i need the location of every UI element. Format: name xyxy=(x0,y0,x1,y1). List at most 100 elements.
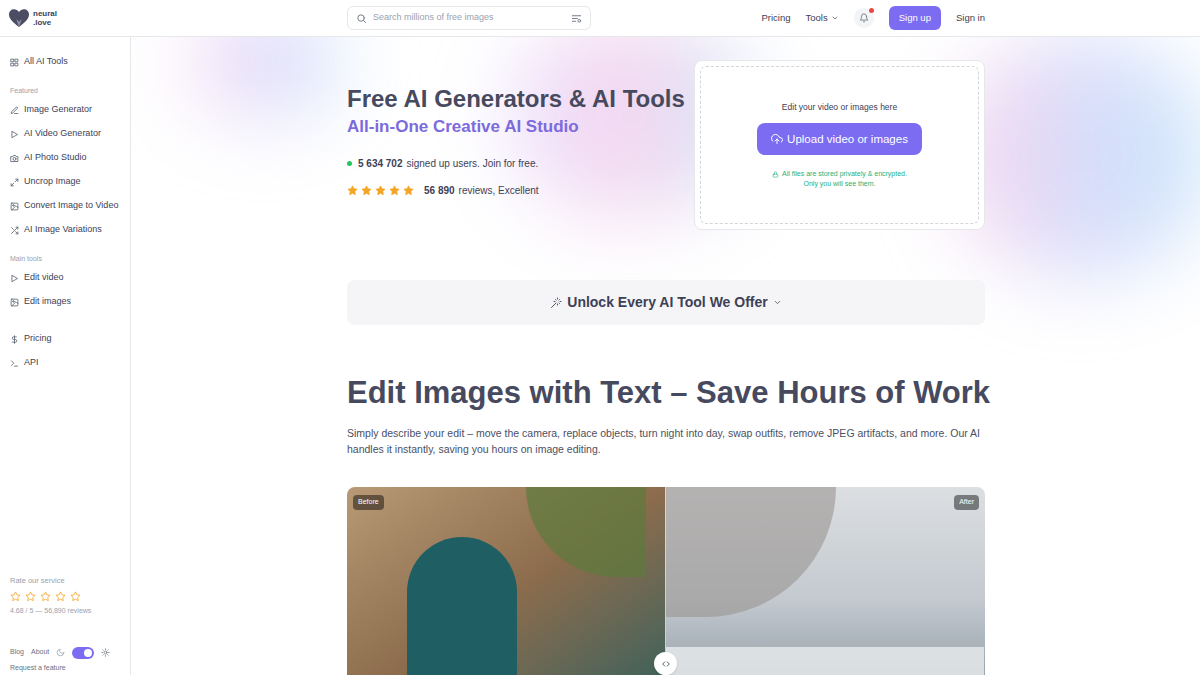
image-icon xyxy=(10,202,19,211)
grid-icon xyxy=(10,58,19,67)
nav-label: Pricing xyxy=(761,11,790,25)
before-after-slider[interactable]: Before After xyxy=(347,487,985,675)
left-right-arrows-icon xyxy=(661,659,671,669)
sidebar-item[interactable]: AI Photo Studio xyxy=(10,146,124,170)
decorative-glow xyxy=(191,37,341,117)
users-count: 5 634 702 signed up users. Join for free. xyxy=(347,156,685,171)
sidebar-label: AI Video Generator xyxy=(24,127,101,141)
search-bar xyxy=(347,6,591,30)
filter-icon xyxy=(571,13,582,24)
footer-link[interactable]: About xyxy=(31,647,49,658)
star-icon xyxy=(361,185,372,196)
unlock-tools-button[interactable]: Unlock Every AI Tool We Offer xyxy=(347,280,985,325)
sidebar-label: Edit images xyxy=(24,295,71,309)
section-title: Featured xyxy=(10,86,124,96)
logo[interactable]: neural.love xyxy=(8,8,347,28)
sidebar-item[interactable]: API xyxy=(10,351,124,375)
shuffle-icon xyxy=(10,226,19,235)
slider-handle[interactable] xyxy=(654,652,677,675)
privacy-note: All files are stored privately & encrypt… xyxy=(772,169,907,189)
notifications-button[interactable] xyxy=(854,8,874,28)
sidebar-item[interactable]: Convert Image to Video xyxy=(10,194,124,218)
users-text: signed up users. Join for free. xyxy=(407,156,539,171)
nav-link[interactable]: Tools xyxy=(806,11,839,25)
after-label: After xyxy=(954,495,979,510)
sidebar-item[interactable]: Edit video xyxy=(10,266,124,290)
main-content: Free AI Generators & AI ToolsAll-in-One … xyxy=(131,37,1200,675)
sun-icon xyxy=(101,648,110,657)
hero-text: Free AI Generators & AI ToolsAll-in-One … xyxy=(347,60,685,198)
section-title: Edit Images with Text – Save Hours of Wo… xyxy=(347,373,985,413)
heart-logo-icon xyxy=(8,8,30,28)
moon-icon xyxy=(56,648,65,657)
sidebar-footer: Rate our service4.68 / 5 — 56,890 review… xyxy=(10,575,124,673)
star-icon xyxy=(389,185,400,196)
reviews-text: reviews, Excellent xyxy=(459,183,539,198)
sidebar-item[interactable]: Uncrop Image xyxy=(10,170,124,194)
before-label: Before xyxy=(353,495,384,510)
expand-icon xyxy=(10,178,19,187)
logo-line: .love xyxy=(33,18,57,27)
signin-button[interactable]: Sign in xyxy=(956,11,985,25)
section-title: Main tools xyxy=(10,254,124,264)
star-icon xyxy=(40,591,51,602)
hero-title: Free AI Generators & AI Tools xyxy=(347,84,685,114)
star-icon xyxy=(347,185,358,196)
upload-dropzone[interactable]: Edit your video or images hereUpload vid… xyxy=(700,66,979,224)
unread-dot xyxy=(869,8,874,13)
sidebar-item[interactable]: AI Video Generator xyxy=(10,122,124,146)
search-icon xyxy=(356,13,367,24)
star-icon xyxy=(70,591,81,602)
star-icon xyxy=(55,591,66,602)
sidebar-label: Convert Image to Video xyxy=(24,199,118,213)
sidebar-label: AI Photo Studio xyxy=(24,151,87,165)
sidebar-item[interactable]: All AI Tools xyxy=(10,50,124,74)
online-dot xyxy=(347,161,352,166)
sidebar-label: API xyxy=(24,356,39,370)
sidebar-label: Uncrop Image xyxy=(24,175,81,189)
chevron-down-icon xyxy=(773,298,782,307)
signup-button[interactable]: Sign up xyxy=(889,6,941,30)
search-input[interactable] xyxy=(373,11,565,25)
chevron-down-icon xyxy=(831,14,839,22)
hero: Free AI Generators & AI ToolsAll-in-One … xyxy=(347,60,985,230)
play-icon xyxy=(10,274,19,283)
decorative-glow xyxy=(951,37,1200,277)
unlock-label: Unlock Every AI Tool We Offer xyxy=(567,292,767,313)
upload-button[interactable]: Upload video or images xyxy=(757,123,922,155)
sidebar-label: Pricing xyxy=(24,332,52,346)
upload-button-label: Upload video or images xyxy=(787,131,908,148)
nav-link[interactable]: Pricing xyxy=(761,11,790,25)
top-bar: neural.love Pricing Tools Sign up Sign in xyxy=(0,0,1200,37)
sidebar: All AI Tools Featured Image Generator AI Vi… xyxy=(0,37,131,675)
section-description: Simply describe your edit – move the cam… xyxy=(347,425,985,457)
toggle-knob xyxy=(84,649,92,657)
sidebar-item[interactable]: Image Generator xyxy=(10,98,124,122)
star-rating[interactable] xyxy=(10,591,124,602)
sidebar-label: All AI Tools xyxy=(24,55,68,69)
users-number: 5 634 702 xyxy=(358,156,403,171)
star-icon xyxy=(375,185,386,196)
after-image: After xyxy=(666,487,985,675)
request-feature-link[interactable]: Request a feature xyxy=(10,663,124,674)
cloud-upload-icon xyxy=(771,133,783,145)
bell-icon xyxy=(859,13,869,23)
sidebar-item[interactable]: AI Image Variations xyxy=(10,218,124,242)
play-icon xyxy=(10,130,19,139)
star-icon xyxy=(403,185,414,196)
terminal-icon xyxy=(10,359,19,368)
logo-text: neural.love xyxy=(33,9,57,27)
logo-line: neural xyxy=(33,9,57,18)
theme-toggle[interactable] xyxy=(72,647,94,659)
star-rating xyxy=(347,185,414,196)
star-icon xyxy=(25,591,36,602)
sidebar-item[interactable]: Edit images xyxy=(10,290,124,314)
camera-icon xyxy=(10,154,19,163)
hero-subtitle: All-in-One Creative AI Studio xyxy=(347,116,685,138)
pen-icon xyxy=(10,106,19,115)
footer-links: Blog About xyxy=(10,647,124,659)
lock-icon xyxy=(772,171,779,178)
top-nav: Pricing Tools Sign up Sign in xyxy=(761,6,985,30)
footer-link[interactable]: Blog xyxy=(10,647,24,658)
sidebar-item[interactable]: Pricing xyxy=(10,327,124,351)
